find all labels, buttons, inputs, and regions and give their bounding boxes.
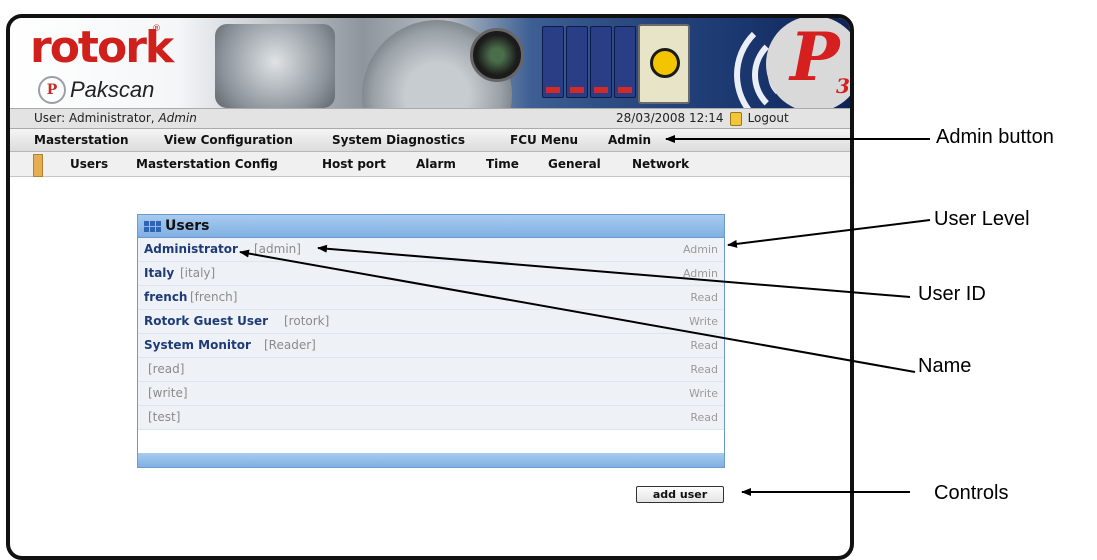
annotation-admin-button: Admin button — [936, 126, 1054, 148]
annotation-user-level: User Level — [934, 208, 1030, 230]
annotation-user-id: User ID — [918, 283, 986, 305]
annotation-arrows — [239, 135, 931, 496]
annotation-name: Name — [918, 355, 972, 377]
user-id-arrow — [317, 244, 911, 298]
user-level-arrow — [727, 219, 931, 248]
annotation-controls: Controls — [934, 482, 1009, 504]
